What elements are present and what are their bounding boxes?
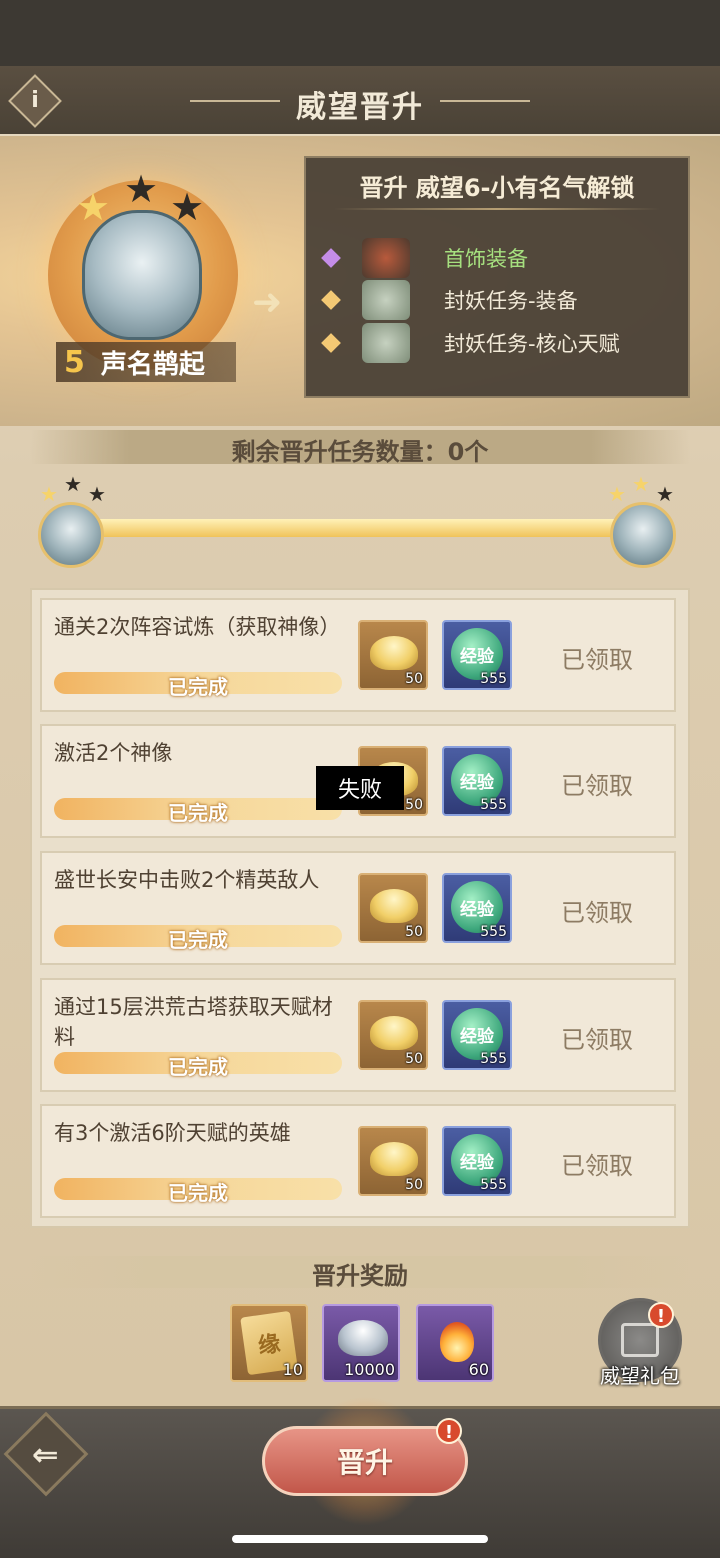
task-row: 通关2次阵容试炼（获取神像） 已完成 50 经验 555 已领取 xyxy=(40,598,676,712)
star-empty-icon: ★ xyxy=(170,185,205,229)
reward-count: 555 xyxy=(480,1177,507,1193)
task-name: 通关2次阵容试炼（获取神像） xyxy=(54,615,341,639)
task-progress-label: 已完成 xyxy=(168,675,228,699)
reward-count: 60 xyxy=(468,1360,489,1379)
star-filled-icon: ★ xyxy=(76,185,111,229)
diamond-bullet-icon xyxy=(321,248,341,268)
reward-item-flame[interactable]: 60 xyxy=(416,1304,494,1382)
info-icon: i xyxy=(31,88,39,113)
gold-ingot-icon xyxy=(370,636,418,670)
unlock-item-label: 封妖任务-装备 xyxy=(444,289,578,313)
star-empty-icon: ★ xyxy=(88,482,106,506)
task-progress-label: 已完成 xyxy=(168,1181,228,1205)
gold-ingot-icon xyxy=(370,889,418,923)
exp-reward[interactable]: 经验 555 xyxy=(442,620,512,690)
exp-reward[interactable]: 经验 555 xyxy=(442,873,512,943)
top-status-area xyxy=(0,0,720,66)
unlock-item: 首饰装备 xyxy=(321,238,528,278)
reward-section-title: 晋升奖励 xyxy=(312,1262,408,1290)
current-rank-badge-icon xyxy=(38,502,104,568)
flame-icon xyxy=(440,1322,474,1362)
remaining-tasks-label: 剩余晋升任务数量：0个 xyxy=(231,438,489,466)
reward-count: 50 xyxy=(405,1177,423,1193)
next-rank-badge-icon xyxy=(610,502,676,568)
task-status: 已领取 xyxy=(561,1152,633,1180)
unlock-item-label: 首饰装备 xyxy=(444,247,528,271)
reward-count: 555 xyxy=(480,797,507,813)
task-status: 已领取 xyxy=(561,646,633,674)
reward-count: 50 xyxy=(405,1051,423,1067)
gold-ingot-reward[interactable]: 50 xyxy=(358,1126,428,1196)
task-status: 已领取 xyxy=(561,772,633,800)
gift-alert-icon: ! xyxy=(648,1302,674,1328)
star-empty-icon: ★ xyxy=(656,482,674,506)
diamond-bullet-icon xyxy=(321,290,341,310)
beast-mask-icon xyxy=(82,210,202,340)
star-empty-icon: ★ xyxy=(124,167,159,211)
home-indicator[interactable] xyxy=(232,1535,488,1543)
task-status: 已领取 xyxy=(561,899,633,927)
unlock-item: 封妖任务-装备 xyxy=(321,280,578,320)
silver-ingot-icon xyxy=(338,1320,388,1356)
star-empty-icon: ★ xyxy=(64,472,82,496)
task-progress-label: 已完成 xyxy=(168,1055,228,1079)
task-name: 盛世长安中击败2个精英敌人 xyxy=(54,868,320,892)
unlock-item-label: 封妖任务-核心天赋 xyxy=(444,332,620,356)
gift-box-icon xyxy=(621,1323,659,1357)
page-title: 威望晋升 xyxy=(296,90,424,125)
reward-count: 555 xyxy=(480,671,507,687)
gift-label: 威望礼包 xyxy=(600,1364,680,1388)
failure-toast: 失败 xyxy=(316,766,404,810)
task-row: 通过15层洪荒古塔获取天赋材料 已完成 50 经验 555 已领取 xyxy=(40,978,676,1092)
exp-reward[interactable]: 经验 555 xyxy=(442,746,512,816)
diamond-bullet-icon xyxy=(321,333,341,353)
badge-level: 5 xyxy=(64,344,85,380)
star-filled-icon: ★ xyxy=(608,482,626,506)
task-status: 已领取 xyxy=(561,1026,633,1054)
unlock-title: 晋升 威望6-小有名气解锁 xyxy=(359,174,635,202)
reward-count: 50 xyxy=(405,671,423,687)
gold-ingot-reward[interactable]: 50 xyxy=(358,620,428,690)
reward-count: 555 xyxy=(480,1051,507,1067)
task-name: 通过15层洪荒古塔获取天赋材料 xyxy=(54,995,333,1049)
arrow-right-icon: ➜ xyxy=(252,282,283,323)
unlock-item: 封妖任务-核心天赋 xyxy=(321,323,620,363)
reward-count: 10000 xyxy=(344,1360,395,1379)
star-filled-icon: ★ xyxy=(632,472,650,496)
gold-ingot-icon xyxy=(370,1016,418,1050)
unlock-divider xyxy=(334,208,660,210)
back-arrow-icon: ⇐ xyxy=(31,1435,59,1474)
reward-item-silver-ingot[interactable]: 10000 xyxy=(322,1304,400,1382)
badge-label: 5 声名鹊起 xyxy=(56,342,236,382)
task-row: 有3个激活6阶天赋的英雄 已完成 50 经验 555 已领取 xyxy=(40,1104,676,1218)
gold-ingot-reward[interactable]: 50 xyxy=(358,873,428,943)
reward-count: 50 xyxy=(405,797,423,813)
task-name: 激活2个神像 xyxy=(54,741,173,765)
scroll-icon xyxy=(362,323,410,363)
star-filled-icon: ★ xyxy=(40,482,58,506)
reward-count: 555 xyxy=(480,924,507,940)
scroll-icon xyxy=(362,280,410,320)
promote-alert-icon: ! xyxy=(436,1418,462,1444)
task-progress-label: 已完成 xyxy=(168,928,228,952)
badge-name: 声名鹊起 xyxy=(100,349,205,380)
task-progress-label: 已完成 xyxy=(168,801,228,825)
gold-ingot-icon xyxy=(370,1142,418,1176)
task-row: 盛世长安中击败2个精英敌人 已完成 50 经验 555 已领取 xyxy=(40,851,676,965)
prestige-progress-fill xyxy=(88,519,648,537)
exp-reward[interactable]: 经验 555 xyxy=(442,1126,512,1196)
exp-reward[interactable]: 经验 555 xyxy=(442,1000,512,1070)
accessory-icon xyxy=(362,238,410,278)
reward-item-fate-scroll[interactable]: 缘 10 xyxy=(230,1304,308,1382)
gold-ingot-reward[interactable]: 50 xyxy=(358,1000,428,1070)
task-name: 有3个激活6阶天赋的英雄 xyxy=(54,1121,291,1145)
reward-count: 10 xyxy=(282,1360,303,1379)
reward-count: 50 xyxy=(405,924,423,940)
